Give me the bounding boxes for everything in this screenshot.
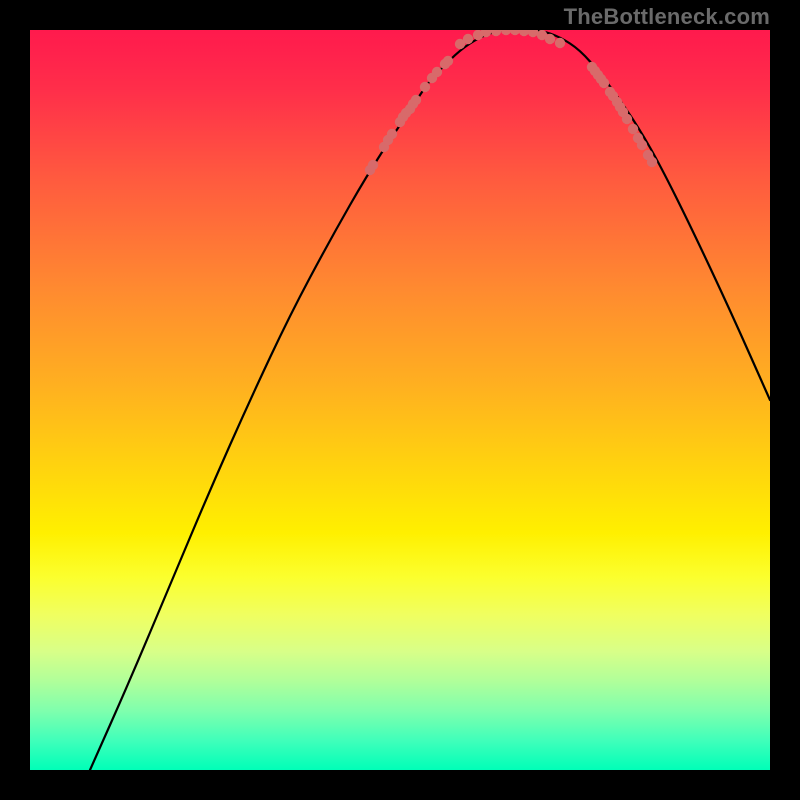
curve-line — [90, 30, 770, 770]
chart-area — [30, 30, 770, 770]
highlight-dots — [365, 30, 657, 175]
chart-svg — [30, 30, 770, 770]
attribution-text: TheBottleneck.com — [564, 4, 770, 30]
